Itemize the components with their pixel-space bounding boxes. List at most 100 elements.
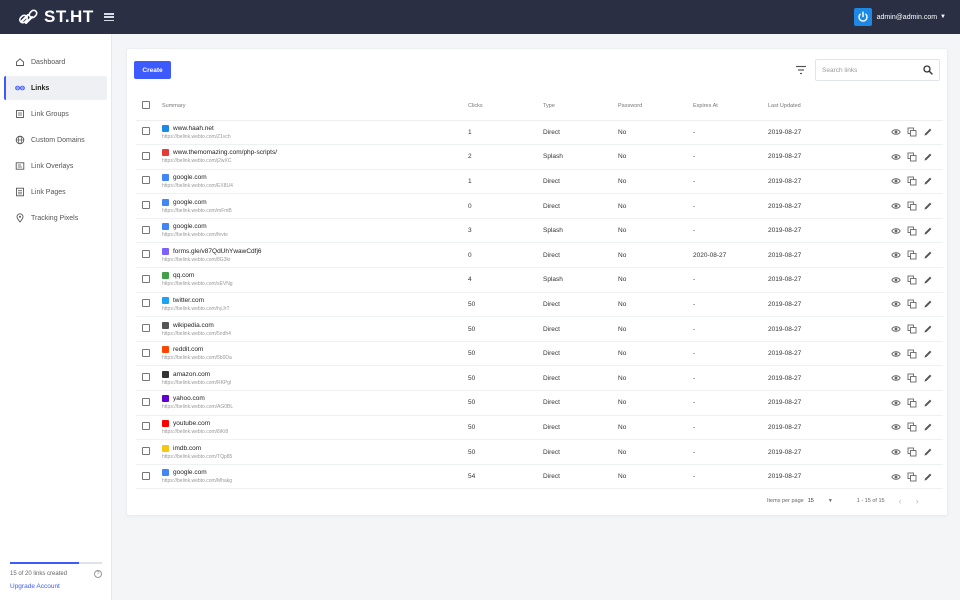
- preview-eye-icon[interactable]: [891, 201, 901, 211]
- sidebar-item-dashboard[interactable]: Dashboard: [4, 50, 107, 74]
- short-url[interactable]: https://belink.webto.com/8G3kr: [162, 257, 468, 263]
- next-page-button[interactable]: ›: [916, 496, 919, 506]
- edit-pencil-icon[interactable]: [923, 127, 933, 137]
- search-input[interactable]: [822, 66, 923, 74]
- sidebar-item-links[interactable]: Links: [4, 76, 107, 100]
- row-checkbox[interactable]: [142, 422, 150, 431]
- short-url[interactable]: https://belink.webto.com/Z1vch: [162, 134, 468, 140]
- preview-eye-icon[interactable]: [891, 275, 901, 285]
- row-checkbox[interactable]: [142, 225, 150, 234]
- short-url[interactable]: https://belink.webto.com/xEVNg: [162, 281, 468, 287]
- upgrade-account-link[interactable]: Upgrade Account: [10, 583, 102, 590]
- preview-eye-icon[interactable]: [891, 373, 901, 383]
- link-destination[interactable]: wikipedia.com: [173, 322, 214, 329]
- sidebar-item-custom-domains[interactable]: Custom Domains: [4, 128, 107, 152]
- link-destination[interactable]: www.themomazing.com/php-scripts/: [173, 149, 277, 156]
- row-checkbox[interactable]: [142, 397, 150, 406]
- items-per-page-select[interactable]: 15 ▼: [808, 498, 833, 504]
- short-url[interactable]: https://belink.webto.com/AG0BL: [162, 404, 468, 410]
- link-destination[interactable]: youtube.com: [173, 420, 210, 427]
- edit-pencil-icon[interactable]: [923, 349, 933, 359]
- short-url[interactable]: https://belink.webto.com/RKPgl: [162, 380, 468, 386]
- table-row[interactable]: www.themomazing.com/php-scripts/https://…: [136, 145, 943, 170]
- table-row[interactable]: google.com https://belink.webto.com/fevte…: [136, 218, 943, 243]
- table-row[interactable]: forms.gle/v87QdUhYwawCdfj6 https://belink…: [136, 243, 943, 268]
- row-checkbox[interactable]: [142, 348, 150, 357]
- edit-pencil-icon[interactable]: [923, 250, 933, 260]
- copy-icon[interactable]: [907, 472, 917, 482]
- help-icon[interactable]: ?: [94, 570, 102, 578]
- short-url[interactable]: https://belink.webto.com/TQp85: [162, 454, 468, 460]
- row-checkbox[interactable]: [142, 373, 150, 382]
- preview-eye-icon[interactable]: [891, 152, 901, 162]
- link-destination[interactable]: google.com: [173, 223, 207, 230]
- link-destination[interactable]: google.com: [173, 199, 207, 206]
- edit-pencil-icon[interactable]: [923, 447, 933, 457]
- edit-pencil-icon[interactable]: [923, 422, 933, 432]
- row-checkbox[interactable]: [142, 127, 150, 136]
- column-header-type[interactable]: Type: [543, 93, 618, 121]
- row-checkbox[interactable]: [142, 299, 150, 308]
- short-url[interactable]: https://belink.webto.com/fevte: [162, 232, 468, 238]
- column-header-clicks[interactable]: Clicks: [468, 93, 543, 121]
- row-checkbox[interactable]: [142, 250, 150, 259]
- previous-page-button[interactable]: ‹: [899, 496, 902, 506]
- table-row[interactable]: twitter.com https://belink.webto.com/hyJr…: [136, 292, 943, 317]
- row-checkbox[interactable]: [142, 447, 150, 456]
- sidebar-item-tracking-pixels[interactable]: Tracking Pixels: [4, 206, 107, 230]
- table-row[interactable]: wikipedia.com https://belink.webto.com/5n…: [136, 317, 943, 342]
- sidebar-item-link-pages[interactable]: Link Pages: [4, 180, 107, 204]
- table-row[interactable]: youtube.com https://belink.webto.com/8iKi…: [136, 415, 943, 440]
- edit-pencil-icon[interactable]: [923, 324, 933, 334]
- edit-pencil-icon[interactable]: [923, 275, 933, 285]
- row-checkbox[interactable]: [142, 324, 150, 333]
- create-button[interactable]: Create: [134, 61, 171, 79]
- select-all-checkbox[interactable]: [142, 101, 150, 110]
- edit-pencil-icon[interactable]: [923, 176, 933, 186]
- search-icon[interactable]: [923, 65, 933, 75]
- row-checkbox[interactable]: [142, 274, 150, 283]
- preview-eye-icon[interactable]: [891, 250, 901, 260]
- edit-pencil-icon[interactable]: [923, 299, 933, 309]
- preview-eye-icon[interactable]: [891, 176, 901, 186]
- preview-eye-icon[interactable]: [891, 472, 901, 482]
- link-destination[interactable]: amazon.com: [173, 371, 210, 378]
- link-destination[interactable]: www.haah.net: [173, 125, 214, 132]
- link-destination[interactable]: qq.com: [173, 272, 194, 279]
- copy-icon[interactable]: [907, 176, 917, 186]
- table-row[interactable]: yahoo.com https://belink.webto.com/AG0BL 5…: [136, 391, 943, 416]
- link-destination[interactable]: google.com: [173, 469, 207, 476]
- preview-eye-icon[interactable]: [891, 398, 901, 408]
- table-row[interactable]: google.com https://belink.webto.com/EX8U4…: [136, 169, 943, 194]
- preview-eye-icon[interactable]: [891, 447, 901, 457]
- copy-icon[interactable]: [907, 398, 917, 408]
- edit-pencil-icon[interactable]: [923, 226, 933, 236]
- link-destination[interactable]: forms.gle/v87QdUhYwawCdfj6: [173, 248, 262, 255]
- copy-icon[interactable]: [907, 152, 917, 162]
- link-destination[interactable]: yahoo.com: [173, 395, 205, 402]
- preview-eye-icon[interactable]: [891, 324, 901, 334]
- preview-eye-icon[interactable]: [891, 226, 901, 236]
- edit-pencil-icon[interactable]: [923, 152, 933, 162]
- copy-icon[interactable]: [907, 349, 917, 359]
- table-row[interactable]: google.com https://belink.webto.com/mFmB 0…: [136, 194, 943, 219]
- link-destination[interactable]: twitter.com: [173, 297, 204, 304]
- link-destination[interactable]: google.com: [173, 174, 207, 181]
- copy-icon[interactable]: [907, 373, 917, 383]
- short-url[interactable]: https://belink.webto.com/EX8U4: [162, 183, 468, 189]
- preview-eye-icon[interactable]: [891, 299, 901, 309]
- edit-pencil-icon[interactable]: [923, 201, 933, 211]
- table-row[interactable]: imdb.com https://belink.webto.com/TQp85 50…: [136, 440, 943, 465]
- column-header-expires-at[interactable]: Expires At: [693, 93, 768, 121]
- edit-pencil-icon[interactable]: [923, 472, 933, 482]
- table-row[interactable]: amazon.com https://belink.webto.com/RKPgl…: [136, 366, 943, 391]
- column-header-last-updated[interactable]: Last Updated: [768, 93, 843, 121]
- short-url[interactable]: https://belink.webto.com/5ndh4: [162, 331, 468, 337]
- copy-icon[interactable]: [907, 447, 917, 457]
- table-row[interactable]: www.haah.net https://belink.webto.com/Z1v…: [136, 120, 943, 145]
- row-checkbox[interactable]: [142, 176, 150, 185]
- preview-eye-icon[interactable]: [891, 422, 901, 432]
- copy-icon[interactable]: [907, 275, 917, 285]
- hamburger-menu-icon[interactable]: [103, 13, 114, 21]
- row-checkbox[interactable]: [142, 201, 150, 210]
